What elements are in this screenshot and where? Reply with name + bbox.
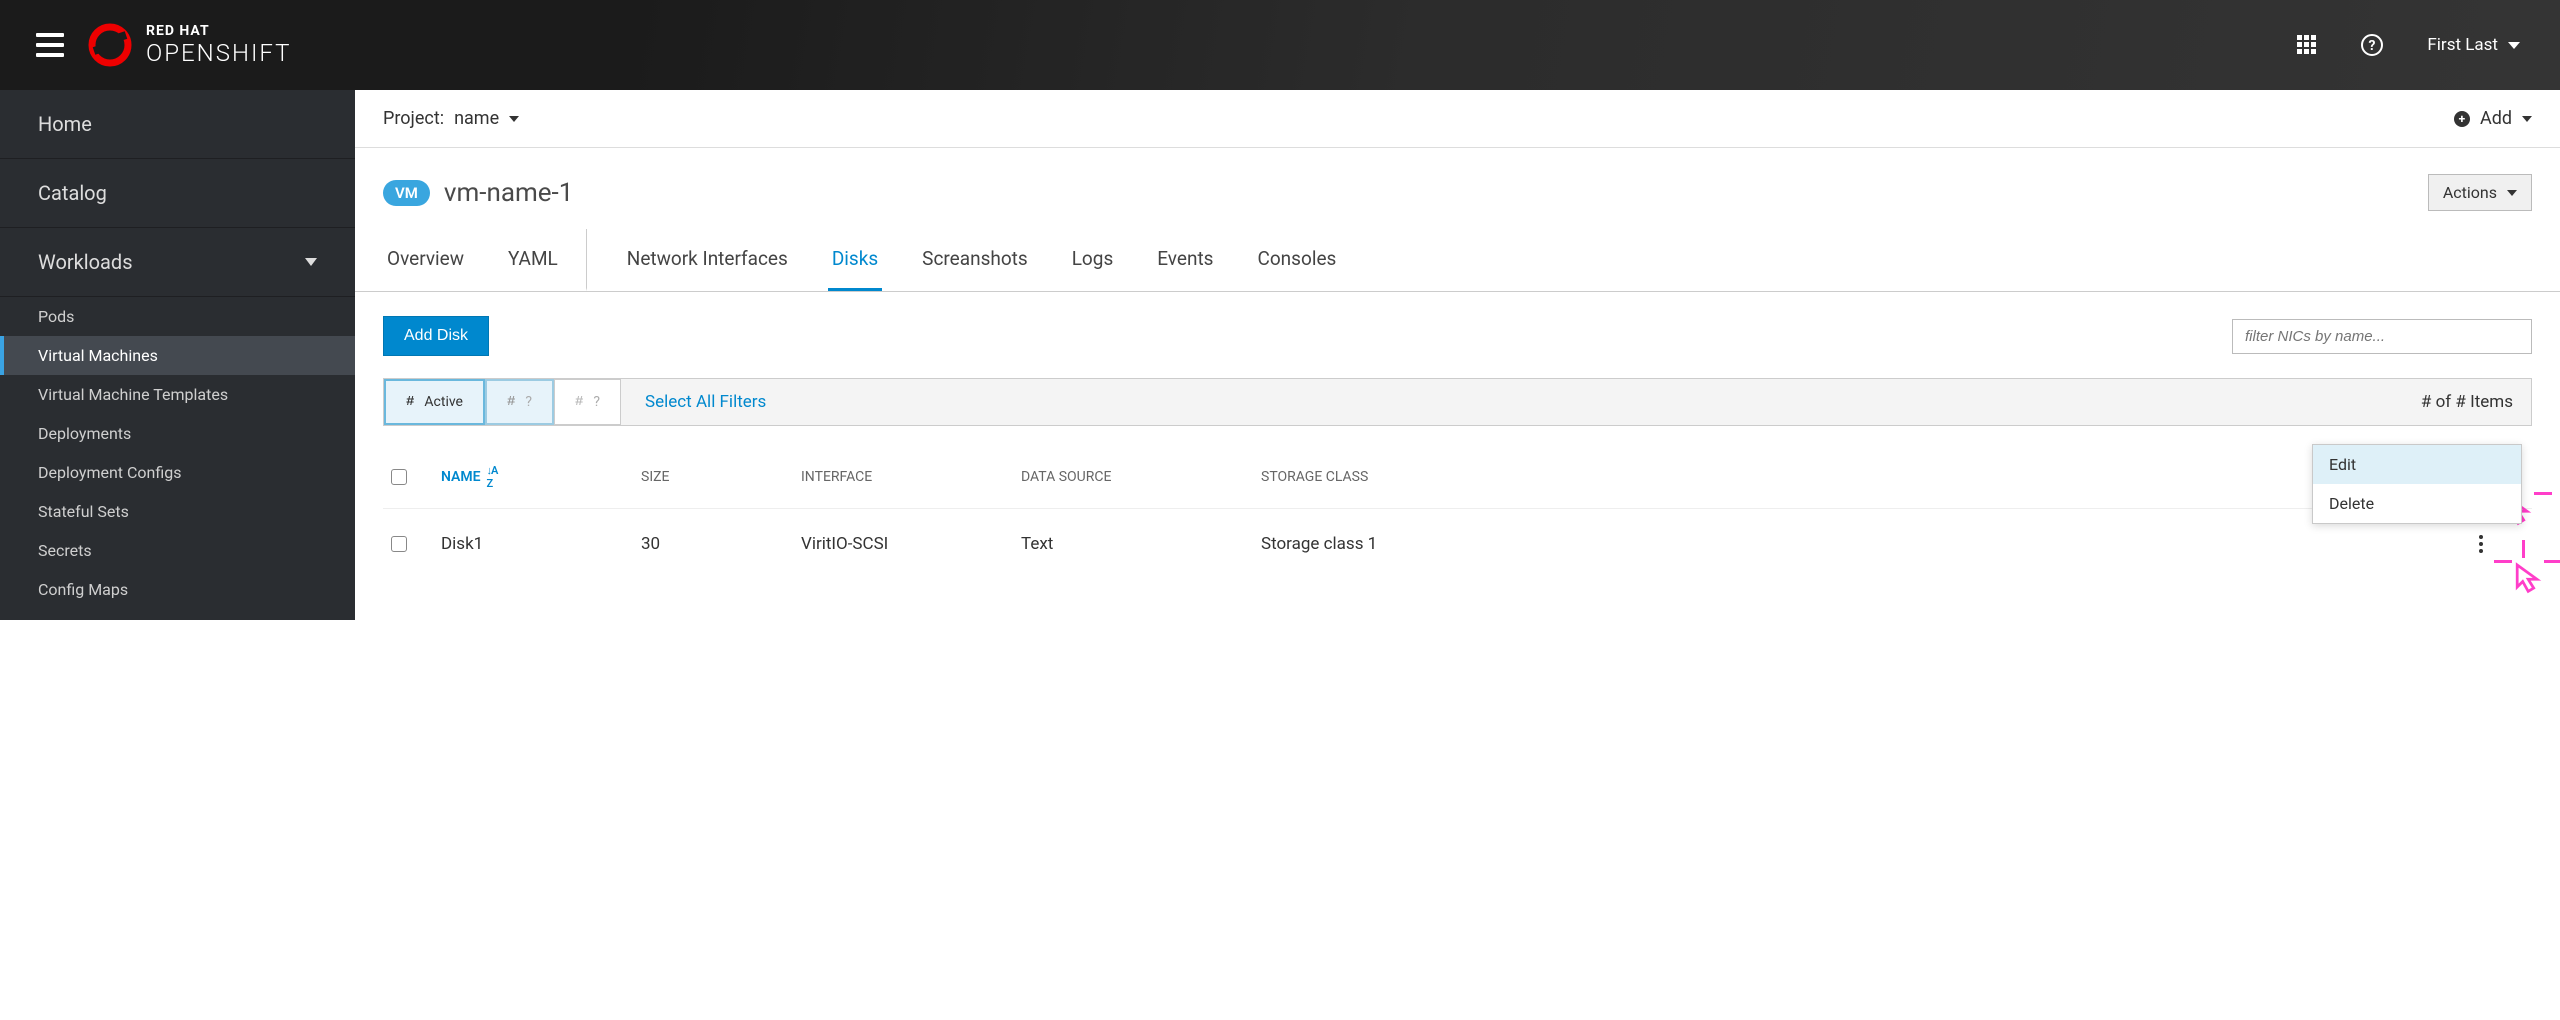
cell-storage-class: Storage class 1 — [1257, 526, 2468, 562]
filter-chip-label: ? — [593, 394, 600, 410]
add-disk-button[interactable]: Add Disk — [383, 316, 489, 356]
filter-chip-placeholder-2[interactable]: # ? — [554, 379, 621, 425]
caret-down-icon — [2508, 42, 2520, 49]
tabs: Overview YAML Network Interfaces Disks S… — [355, 229, 2560, 292]
sidebar-item-catalog[interactable]: Catalog — [0, 159, 355, 228]
openshift-icon — [88, 23, 132, 67]
hash-icon: # — [575, 394, 583, 410]
sidebar-sub-virtual-machines[interactable]: Virtual Machines — [0, 336, 355, 375]
select-all-checkbox[interactable] — [391, 469, 407, 485]
cell-data-source: Text — [1017, 526, 1257, 562]
row-actions-menu: Edit Delete — [2312, 444, 2522, 524]
filter-chip-placeholder-1[interactable]: # ? — [485, 379, 554, 425]
sidebar-label-catalog: Catalog — [38, 181, 107, 205]
tab-consoles[interactable]: Consoles — [1253, 229, 1340, 291]
svg-text:?: ? — [2369, 38, 2376, 54]
table-header-row: NAME ↓AZ SIZE INTERFACE DATA SOURCE STOR… — [383, 446, 2532, 509]
apps-grid-icon[interactable] — [2297, 35, 2317, 55]
actions-label: Actions — [2443, 183, 2497, 202]
select-all-filters-link[interactable]: Select All Filters — [621, 379, 790, 425]
filter-input[interactable] — [2232, 319, 2532, 354]
hamburger-menu-button[interactable] — [36, 33, 64, 57]
project-bar: Project: name + Add — [355, 90, 2560, 148]
caret-down-icon — [509, 116, 519, 122]
disks-table: NAME ↓AZ SIZE INTERFACE DATA SOURCE STOR… — [383, 446, 2532, 579]
hash-icon: # — [507, 394, 515, 410]
main-content: Project: name + Add VM vm-name-1 Actions — [355, 90, 2560, 620]
sidebar: Home Catalog Workloads Pods Virtual Mach… — [0, 90, 355, 620]
plus-circle-icon: + — [2454, 111, 2470, 127]
project-label: Project: — [383, 108, 444, 129]
help-icon[interactable]: ? — [2361, 34, 2383, 56]
add-label: Add — [2480, 108, 2512, 129]
sidebar-item-workloads[interactable]: Workloads — [0, 228, 355, 297]
page-title: vm-name-1 — [444, 178, 573, 208]
column-header-size[interactable]: SIZE — [637, 461, 797, 493]
tab-events[interactable]: Events — [1153, 229, 1217, 291]
sidebar-sub-secrets[interactable]: Secrets — [0, 531, 355, 570]
sidebar-label-home: Home — [38, 112, 92, 136]
tab-screenshots[interactable]: Screanshots — [918, 229, 1032, 291]
filter-chip-label: ? — [525, 394, 532, 410]
row-actions-kebab[interactable] — [2472, 529, 2490, 559]
column-header-name[interactable]: NAME ↓AZ — [437, 456, 637, 498]
project-value: name — [454, 108, 499, 129]
brand-logo: RED HAT OPENSHIFT — [88, 23, 291, 67]
menu-item-edit[interactable]: Edit — [2313, 445, 2521, 484]
tab-disks[interactable]: Disks — [828, 229, 882, 291]
brand-line1: RED HAT — [146, 24, 291, 39]
sidebar-sub-deployments[interactable]: Deployments — [0, 414, 355, 453]
cell-interface: ViritIO-SCSI — [797, 526, 1017, 562]
sidebar-sub-config-maps[interactable]: Config Maps — [0, 570, 355, 609]
filter-chip-label: Active — [424, 394, 463, 410]
sidebar-sub-vm-templates[interactable]: Virtual Machine Templates — [0, 375, 355, 414]
items-count: # of # Items — [2403, 379, 2531, 425]
top-bar: RED HAT OPENSHIFT ? First Last — [0, 0, 2560, 90]
cell-size: 30 — [637, 526, 797, 562]
sidebar-item-home[interactable]: Home — [0, 90, 355, 159]
tab-logs[interactable]: Logs — [1068, 229, 1118, 291]
column-header-data-source[interactable]: DATA SOURCE — [1017, 461, 1257, 493]
filter-chip-active[interactable]: # Active — [384, 379, 485, 425]
cell-name: Disk1 — [437, 526, 637, 562]
actions-dropdown-button[interactable]: Actions — [2428, 174, 2532, 211]
filter-bar: # Active # ? # ? Select All Filters # of… — [383, 378, 2532, 426]
column-header-interface[interactable]: INTERFACE — [797, 461, 1017, 493]
tab-network-interfaces[interactable]: Network Interfaces — [623, 229, 792, 291]
caret-down-icon — [2522, 116, 2532, 122]
table-row: Disk1 30 ViritIO-SCSI Text Storage class… — [383, 509, 2532, 579]
sidebar-sub-stateful-sets[interactable]: Stateful Sets — [0, 492, 355, 531]
caret-down-icon — [2507, 190, 2517, 196]
add-button[interactable]: + Add — [2454, 108, 2532, 129]
vm-badge: VM — [383, 180, 430, 206]
brand-line2: OPENSHIFT — [146, 40, 291, 66]
sidebar-label-workloads: Workloads — [38, 250, 133, 274]
user-menu[interactable]: First Last — [2427, 35, 2520, 55]
menu-item-delete[interactable]: Delete — [2313, 484, 2521, 523]
project-selector[interactable]: name — [454, 108, 519, 129]
sidebar-sub-pods[interactable]: Pods — [0, 297, 355, 336]
tab-yaml[interactable]: YAML — [504, 229, 587, 291]
chevron-down-icon — [305, 258, 317, 266]
sort-icon: ↓AZ — [487, 464, 498, 490]
user-display-name: First Last — [2427, 35, 2498, 55]
tab-overview[interactable]: Overview — [383, 229, 468, 291]
row-checkbox[interactable] — [391, 536, 407, 552]
hash-icon: # — [406, 394, 414, 410]
sidebar-sub-deployment-configs[interactable]: Deployment Configs — [0, 453, 355, 492]
column-header-storage-class[interactable]: STORAGE CLASS — [1257, 461, 2468, 493]
